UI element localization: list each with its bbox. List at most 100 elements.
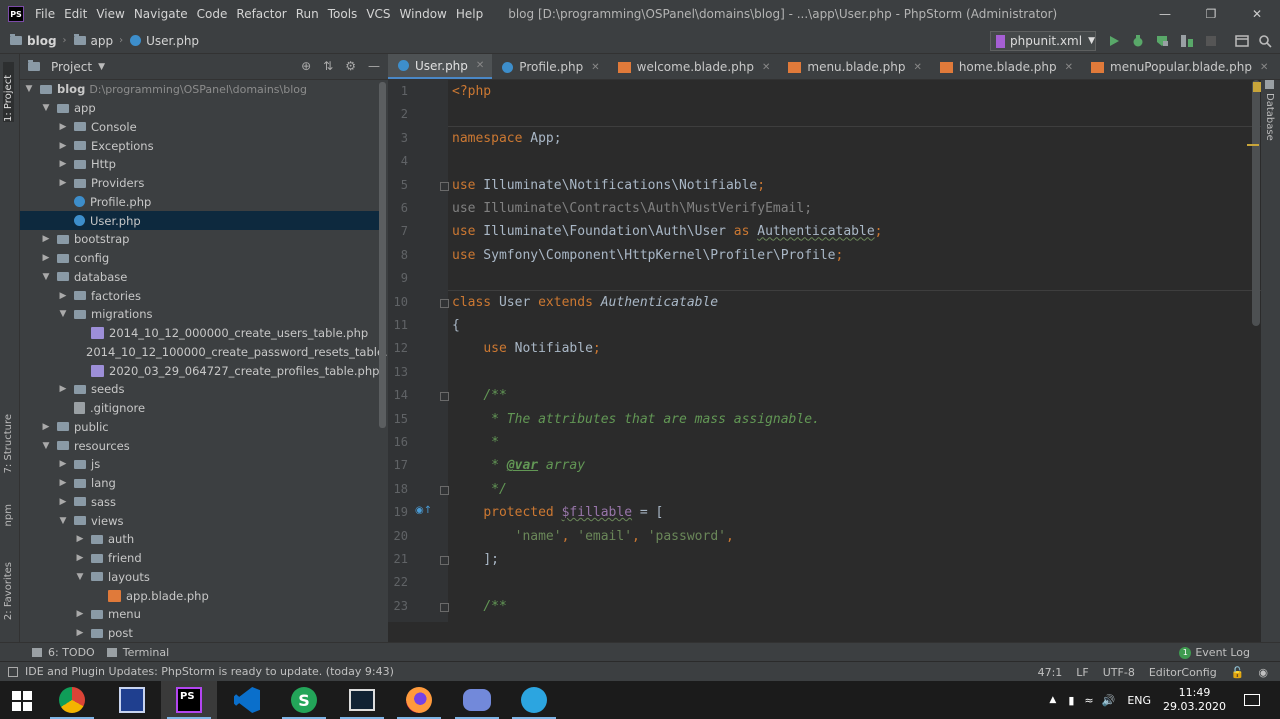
layout-icon[interactable] — [1235, 34, 1249, 48]
tree-item[interactable]: ▶ Providers — [20, 174, 382, 193]
code-editor[interactable]: 1 2 3 4 5 6 7 8 9 10 11 12 13 14 15 16 17 18 19 20 21 22 23 ◉↑ … — [388, 80, 1261, 622]
override-marker-icon[interactable]: ◉↑ — [415, 505, 432, 516]
expand-down-icon[interactable]: ▼ — [75, 572, 85, 582]
expand-down-icon[interactable]: ▼ — [58, 516, 68, 526]
gear-icon[interactable]: ⚙ — [345, 59, 356, 73]
database-tool-tab[interactable]: Database — [1264, 80, 1275, 141]
chrome-taskbar-button[interactable] — [44, 681, 100, 719]
project-scrollbar[interactable] — [379, 82, 386, 428]
phpstorm-taskbar-button[interactable]: PS — [161, 681, 217, 719]
tree-item[interactable]: Profile.php — [20, 193, 382, 212]
event-log-tool-tab[interactable]: 1 Event Log — [1179, 646, 1250, 659]
editor-tab[interactable]: welcome.blade.php ✕ — [608, 54, 779, 79]
expand-right-icon[interactable]: ▶ — [75, 628, 85, 638]
minimize-icon[interactable]: — — [1142, 0, 1188, 28]
expand-right-icon[interactable]: ▶ — [58, 459, 68, 469]
tree-item[interactable]: 2014_10_12_100000_create_password_resets… — [20, 343, 388, 362]
npm-tool-tab[interactable]: npm — [3, 504, 14, 526]
battery-icon[interactable]: ▮ — [1068, 694, 1074, 707]
expand-right-icon[interactable]: ▶ — [41, 234, 51, 244]
tree-item[interactable]: ▶ friend — [20, 549, 382, 568]
editorconfig-indicator[interactable]: EditorConfig — [1149, 666, 1217, 679]
todo-tool-tab[interactable]: 6: TODO — [32, 646, 95, 659]
expand-right-icon[interactable]: ▶ — [41, 422, 51, 432]
breadcrumb-blog[interactable]: blog — [27, 34, 57, 48]
expand-right-icon[interactable]: ▶ — [58, 291, 68, 301]
editor-tab[interactable]: menuPopular.blade.php ✕ — [1081, 54, 1276, 79]
tree-item[interactable]: ▶ public — [20, 418, 382, 437]
expand-right-icon[interactable]: ▶ — [75, 609, 85, 619]
menu-edit[interactable]: Edit — [64, 7, 87, 21]
wifi-icon[interactable]: ≈ — [1084, 694, 1093, 707]
close-tab-icon[interactable]: ✕ — [913, 62, 921, 73]
expand-right-icon[interactable]: ▶ — [58, 122, 68, 132]
structure-tool-tab[interactable]: 7: Structure — [3, 414, 14, 473]
language-indicator[interactable]: ENG — [1127, 694, 1151, 707]
caret-position[interactable]: 47:1 — [1038, 666, 1063, 679]
menu-window[interactable]: Window — [400, 7, 447, 21]
tree-item[interactable]: ▶ bootstrap — [20, 230, 382, 249]
expand-right-icon[interactable]: ▶ — [58, 178, 68, 188]
tree-item[interactable]: ▶ Http — [20, 155, 382, 174]
firefox-taskbar-button[interactable] — [391, 681, 447, 719]
tree-item[interactable]: ▶ Exceptions — [20, 136, 382, 155]
notifications-icon[interactable] — [1244, 694, 1260, 706]
close-tab-icon[interactable]: ✕ — [762, 62, 770, 73]
tree-item[interactable]: ▶ menu — [20, 605, 382, 624]
fold-marker-icon[interactable] — [440, 485, 449, 495]
warning-indicator-icon[interactable] — [1253, 82, 1261, 92]
expand-down-icon[interactable]: ▼ — [41, 441, 51, 451]
tree-item[interactable]: ▼ app — [20, 99, 382, 118]
editor-tab[interactable]: menu.blade.php ✕ — [778, 54, 929, 79]
expand-down-icon[interactable]: ▼ — [41, 272, 51, 282]
terminal-app-taskbar-button[interactable] — [334, 681, 390, 719]
menu-run[interactable]: Run — [296, 7, 319, 21]
save-app-taskbar-button[interactable] — [104, 681, 160, 719]
menu-vcs[interactable]: VCS — [366, 7, 390, 21]
menu-navigate[interactable]: Navigate — [134, 7, 188, 21]
line-separator[interactable]: LF — [1076, 666, 1088, 679]
editor-tab[interactable]: home.blade.php ✕ — [930, 54, 1081, 79]
expand-right-icon[interactable]: ▶ — [75, 534, 85, 544]
expand-right-icon[interactable]: ▶ — [58, 159, 68, 169]
editor-scrollbar[interactable] — [1252, 80, 1260, 326]
coverage-icon[interactable] — [1155, 34, 1169, 48]
fold-marker-icon[interactable] — [440, 298, 449, 308]
close-icon[interactable]: ✕ — [1234, 0, 1280, 28]
terminal-tool-tab[interactable]: Terminal — [106, 646, 169, 659]
fold-marker-icon[interactable] — [440, 392, 449, 402]
debug-icon[interactable] — [1131, 34, 1145, 48]
expand-right-icon[interactable]: ▶ — [58, 497, 68, 507]
run-icon[interactable] — [1107, 34, 1121, 48]
expand-down-icon[interactable]: ▼ — [24, 84, 34, 94]
project-panel-title[interactable]: Project — [51, 60, 92, 74]
profile-run-icon[interactable] — [1180, 34, 1194, 48]
menu-file[interactable]: File — [35, 7, 55, 21]
maximize-icon[interactable]: ❐ — [1188, 0, 1234, 28]
volume-icon[interactable]: 🔊 — [1102, 694, 1116, 707]
collapse-all-icon[interactable]: ⇅ — [323, 59, 333, 73]
close-tab-icon[interactable]: ✕ — [591, 62, 599, 73]
tree-item[interactable]: ▶ auth — [20, 530, 382, 549]
tree-item[interactable]: ▶ factories — [20, 286, 382, 305]
search-icon[interactable] — [1258, 34, 1272, 48]
s-app-taskbar-button[interactable]: S — [276, 681, 332, 719]
tree-item[interactable]: 2020_03_29_064727_create_profiles_table.… — [20, 361, 382, 380]
tree-item[interactable]: ▶ js — [20, 455, 382, 474]
tree-item[interactable]: ▶ post — [20, 624, 382, 642]
menu-help[interactable]: Help — [456, 7, 483, 21]
tree-item[interactable]: ▼ views — [20, 511, 382, 530]
tree-item[interactable]: ▼ resources — [20, 436, 382, 455]
hide-panel-icon[interactable]: — — [368, 59, 380, 73]
breadcrumb-app[interactable]: app — [91, 34, 114, 48]
project-tool-tab[interactable]: 1: Project — [3, 62, 14, 122]
toggle-tool-windows-icon[interactable] — [8, 666, 18, 677]
lock-icon[interactable]: 🔓 — [1231, 666, 1245, 679]
error-stripe-mark[interactable] — [1247, 144, 1259, 146]
menu-code[interactable]: Code — [197, 7, 228, 21]
tree-item[interactable]: ▼ migrations — [20, 305, 382, 324]
close-tab-icon[interactable]: ✕ — [1260, 62, 1268, 73]
chevron-down-icon[interactable]: ▼ — [98, 62, 105, 72]
expand-right-icon[interactable]: ▶ — [41, 253, 51, 263]
close-tab-icon[interactable]: ✕ — [1065, 62, 1073, 73]
